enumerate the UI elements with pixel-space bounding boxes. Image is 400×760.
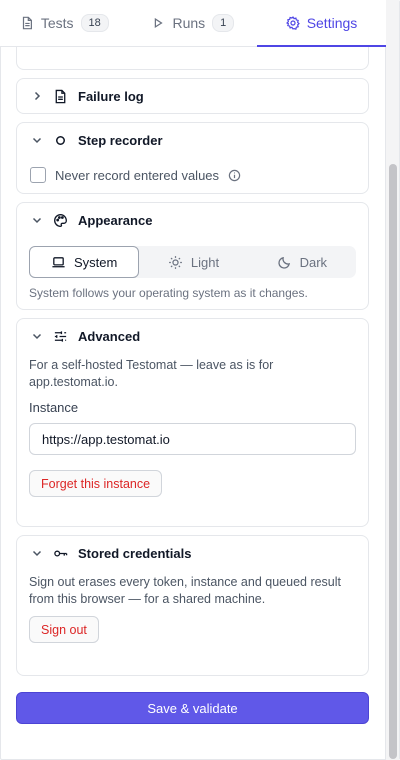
chevron-down-icon [32, 550, 42, 557]
failure-log-header[interactable]: Failure log [31, 79, 144, 113]
sun-icon [169, 255, 182, 269]
never-record-values-checkbox[interactable] [30, 167, 46, 183]
section-title: Stored credentials [78, 545, 192, 561]
checkbox-label: Never record entered values [55, 167, 220, 183]
stored-credentials-hint: Sign out erases every token, instance an… [29, 575, 342, 606]
file-icon [55, 89, 66, 103]
failure-log-section: Failure log [16, 78, 369, 114]
info-icon[interactable] [228, 169, 241, 182]
tab-count-badge: 18 [80, 14, 109, 32]
chevron-down-icon [32, 217, 42, 224]
section-title: Advanced [78, 328, 141, 344]
record-icon [56, 135, 65, 145]
tab-settings[interactable]: Settings [257, 0, 386, 47]
section-title: Appearance [78, 212, 153, 228]
instance-label: Instance [29, 400, 79, 415]
step-recorder-header[interactable]: Step recorder [31, 123, 163, 157]
advanced-header[interactable]: Advanced [31, 319, 140, 353]
forget-instance-button[interactable]: Forget this instance [29, 470, 163, 497]
palette-icon [54, 213, 67, 227]
appearance-section: Appearance System Light Dark System foll… [16, 202, 369, 310]
laptop-icon [52, 256, 65, 267]
appearance-header[interactable]: Appearance [31, 203, 152, 237]
key-icon [54, 550, 68, 556]
advanced-section: Advanced For a self-hosted Testomat — le… [16, 318, 369, 527]
theme-option-label: Light [190, 254, 220, 270]
stored-credentials-section: Stored credentials Sign out erases every… [16, 535, 369, 676]
theme-option-label: Dark [299, 254, 328, 270]
tab-runs[interactable]: Runs 1 [129, 0, 258, 46]
tab-tests[interactable]: Tests 18 [0, 0, 129, 46]
sliders-icon [54, 330, 67, 342]
scrollbar-thumb[interactable] [389, 164, 397, 759]
appearance-hint: System follows your operating system as … [29, 286, 308, 300]
advanced-hint: For a self-hosted Testomat — leave as is… [29, 358, 274, 389]
gear-icon [285, 16, 300, 30]
section-title: Failure log [78, 88, 144, 104]
tab-bar: Tests 18 Runs 1 Settings [0, 0, 386, 47]
theme-option-dark[interactable]: Dark [248, 246, 356, 278]
moon-icon [277, 256, 290, 269]
section-title: Step recorder [78, 132, 163, 148]
chevron-down-icon [32, 333, 42, 340]
sign-out-button[interactable]: Sign out [29, 616, 99, 643]
theme-option-label: System [73, 254, 118, 270]
stored-credentials-header[interactable]: Stored credentials [31, 536, 191, 570]
step-recorder-section: Step recorder Never record entered value… [16, 122, 369, 194]
tab-label: Tests [40, 15, 74, 31]
scrollbar-track[interactable] [385, 0, 399, 760]
theme-option-system[interactable]: System [29, 246, 140, 278]
chevron-right-icon [34, 91, 41, 101]
never-record-values-row: Never record entered values [30, 167, 241, 183]
theme-selector: System Light Dark [29, 246, 356, 278]
chevron-down-icon [32, 137, 42, 144]
save-validate-button[interactable]: Save & validate [16, 692, 369, 724]
tab-label: Runs [172, 15, 206, 31]
instance-url-input[interactable] [29, 423, 356, 455]
theme-option-light[interactable]: Light [139, 246, 247, 278]
tab-label: Settings [306, 15, 358, 31]
document-icon [22, 16, 32, 30]
tab-count-badge: 1 [212, 14, 235, 32]
play-icon [155, 17, 164, 29]
